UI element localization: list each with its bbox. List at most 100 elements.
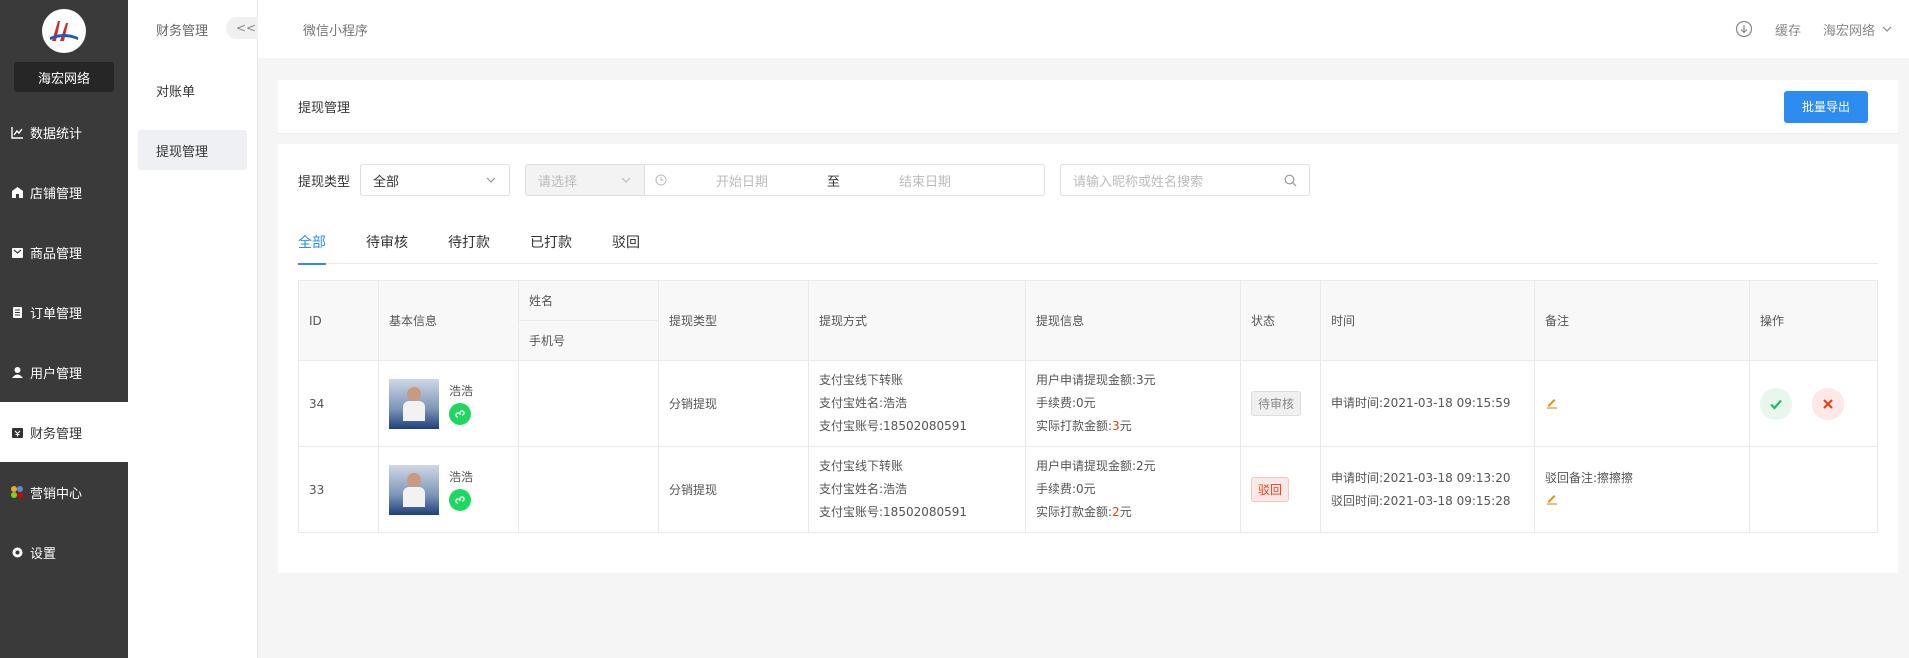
approve-button[interactable] <box>1760 387 1792 420</box>
withdraw-table: ID 基本信息 姓名 提现类型 提现方式 提现信息 状态 时间 备注 操作 手机… <box>298 280 1878 533</box>
main-content: 提现管理 批量导出 提现类型 全部 请选择 开始日期 至 结束日期 请输入昵称或… <box>278 80 1898 573</box>
breadcrumb[interactable]: 微信小程序 <box>258 20 368 39</box>
chevron-down-icon <box>621 177 631 183</box>
apply-time: 申请时间:2021-03-18 09:15:59 <box>1331 396 1511 410</box>
batch-export-button[interactable]: 批量导出 <box>1783 90 1868 123</box>
nav-label: 订单管理 <box>30 306 83 322</box>
account-name: 海宏网络 <box>1822 23 1875 39</box>
cell-type: 分销提现 <box>658 446 809 533</box>
filter-bar: 提现类型 全部 请选择 开始日期 至 结束日期 请输入昵称或姓名搜索 <box>298 164 1878 196</box>
mini-program-icon <box>449 489 471 511</box>
start-date-input[interactable]: 开始日期 <box>667 171 817 190</box>
type-label: 提现类型 <box>298 174 351 190</box>
download-icon[interactable] <box>1735 20 1753 38</box>
col-status: 状态 <box>1240 280 1321 361</box>
nav-item-stats[interactable]: 数据统计 <box>0 102 128 162</box>
nav-item-goods[interactable]: 商品管理 <box>0 222 128 282</box>
type-select[interactable]: 全部 <box>360 164 511 196</box>
method-line: 支付宝姓名:浩浩 <box>819 482 908 496</box>
nav-item-settings[interactable]: 设置 <box>0 522 128 582</box>
close-icon <box>1823 398 1833 409</box>
col-action: 操作 <box>1749 280 1878 361</box>
cache-button[interactable]: 缓存 <box>1775 20 1801 39</box>
range-separator: 至 <box>827 174 841 190</box>
status-badge: 待审核 <box>1251 391 1302 416</box>
col-time: 时间 <box>1320 280 1535 361</box>
sub-sidebar-title: 财务管理 <box>156 23 209 39</box>
nickname: 浩浩 <box>449 470 474 484</box>
nickname: 浩浩 <box>449 384 474 398</box>
date-range-picker[interactable]: 开始日期 至 结束日期 <box>645 164 1046 196</box>
method-line: 支付宝账号:18502080591 <box>819 505 968 519</box>
nav-label: 店铺管理 <box>30 186 83 202</box>
info-actual-unit: 元 <box>1119 505 1132 519</box>
nav-label: 财务管理 <box>30 426 83 442</box>
method-line: 支付宝线下转账 <box>819 459 904 473</box>
col-name: 姓名 <box>518 280 659 321</box>
clock-icon <box>655 174 667 186</box>
info-actual-amount: 3 <box>1112 419 1120 433</box>
reject-button[interactable] <box>1812 387 1844 420</box>
apply-time: 申请时间:2021-03-18 09:13:20 <box>1331 470 1511 485</box>
nav-item-users[interactable]: 用户管理 <box>0 342 128 402</box>
avatar <box>389 378 439 429</box>
chart-icon <box>10 125 24 139</box>
account-menu[interactable]: 海宏网络 <box>1823 20 1893 39</box>
info-fee: 手续费:0元 <box>1036 396 1096 410</box>
method-line: 支付宝姓名:浩浩 <box>819 396 908 410</box>
search-placeholder: 请输入昵称或姓名搜索 <box>1073 174 1204 190</box>
info-actual-unit: 元 <box>1119 419 1132 433</box>
nav-item-finance[interactable]: 财务管理 <box>0 402 128 462</box>
reject-time: 驳回时间:2021-03-18 09:15:28 <box>1331 493 1511 508</box>
settings-icon <box>10 545 24 559</box>
subitem-statement[interactable]: 对账单 <box>138 70 247 110</box>
nav-item-orders[interactable]: 订单管理 <box>0 282 128 342</box>
tab-paid[interactable]: 已打款 <box>530 232 572 264</box>
list-panel: 提现类型 全部 请选择 开始日期 至 结束日期 请输入昵称或姓名搜索 全部 待审… <box>278 144 1898 573</box>
main-nav: 数据统计 店铺管理 商品管理 订单管理 用户管理 财务管理 营销中心 设置 <box>0 102 128 582</box>
nav-label: 商品管理 <box>30 246 83 262</box>
user-icon <box>10 365 24 379</box>
info-actual-label: 实际打款金额: <box>1036 505 1113 519</box>
page-title: 提现管理 <box>298 101 351 116</box>
info-apply: 用户申请提现金额:2元 <box>1036 459 1156 473</box>
tab-pending-review[interactable]: 待审核 <box>366 232 408 264</box>
info-apply: 用户申请提现金额:3元 <box>1036 373 1156 387</box>
col-remark: 备注 <box>1534 280 1750 361</box>
shop-icon <box>10 185 24 199</box>
tab-rejected[interactable]: 驳回 <box>612 232 640 264</box>
tab-pending-payment[interactable]: 待打款 <box>448 232 490 264</box>
tab-all[interactable]: 全部 <box>298 232 326 265</box>
date-type-select[interactable]: 请选择 <box>525 164 646 196</box>
goods-icon <box>10 245 24 259</box>
avatar <box>389 464 439 515</box>
date-type-placeholder: 请选择 <box>538 174 578 190</box>
cell-id: 34 <box>298 360 379 447</box>
logo-icon <box>50 21 78 41</box>
brand-name: 海宏网络 <box>14 62 114 92</box>
chevron-down-icon <box>486 177 496 183</box>
col-basic: 基本信息 <box>378 280 519 361</box>
nav-label: 数据统计 <box>30 126 83 142</box>
nav-item-shop[interactable]: 店铺管理 <box>0 162 128 222</box>
type-select-value: 全部 <box>373 174 400 190</box>
status-badge: 驳回 <box>1251 477 1290 502</box>
nav-label: 用户管理 <box>30 366 83 382</box>
col-phone: 手机号 <box>518 320 659 361</box>
nav-label: 设置 <box>30 546 57 562</box>
mini-program-icon <box>449 403 471 425</box>
marketing-icon <box>10 485 24 499</box>
edit-remark-icon[interactable] <box>1545 398 1559 412</box>
nav-item-marketing[interactable]: 营销中心 <box>0 462 128 522</box>
edit-remark-icon[interactable] <box>1545 494 1559 508</box>
search-input[interactable]: 请输入昵称或姓名搜索 <box>1060 164 1311 196</box>
brand-logo[interactable] <box>42 9 86 53</box>
col-id: ID <box>298 280 379 361</box>
finance-icon <box>10 425 24 439</box>
search-icon[interactable] <box>1284 174 1297 187</box>
end-date-input[interactable]: 结束日期 <box>850 171 1000 190</box>
main-sidebar: 海宏网络 数据统计 店铺管理 商品管理 订单管理 用户管理 财务管理 营销中心 … <box>0 0 128 658</box>
subitem-withdraw[interactable]: 提现管理 <box>138 130 247 170</box>
nav-label: 营销中心 <box>30 486 83 502</box>
chevron-down-icon <box>1882 26 1892 32</box>
